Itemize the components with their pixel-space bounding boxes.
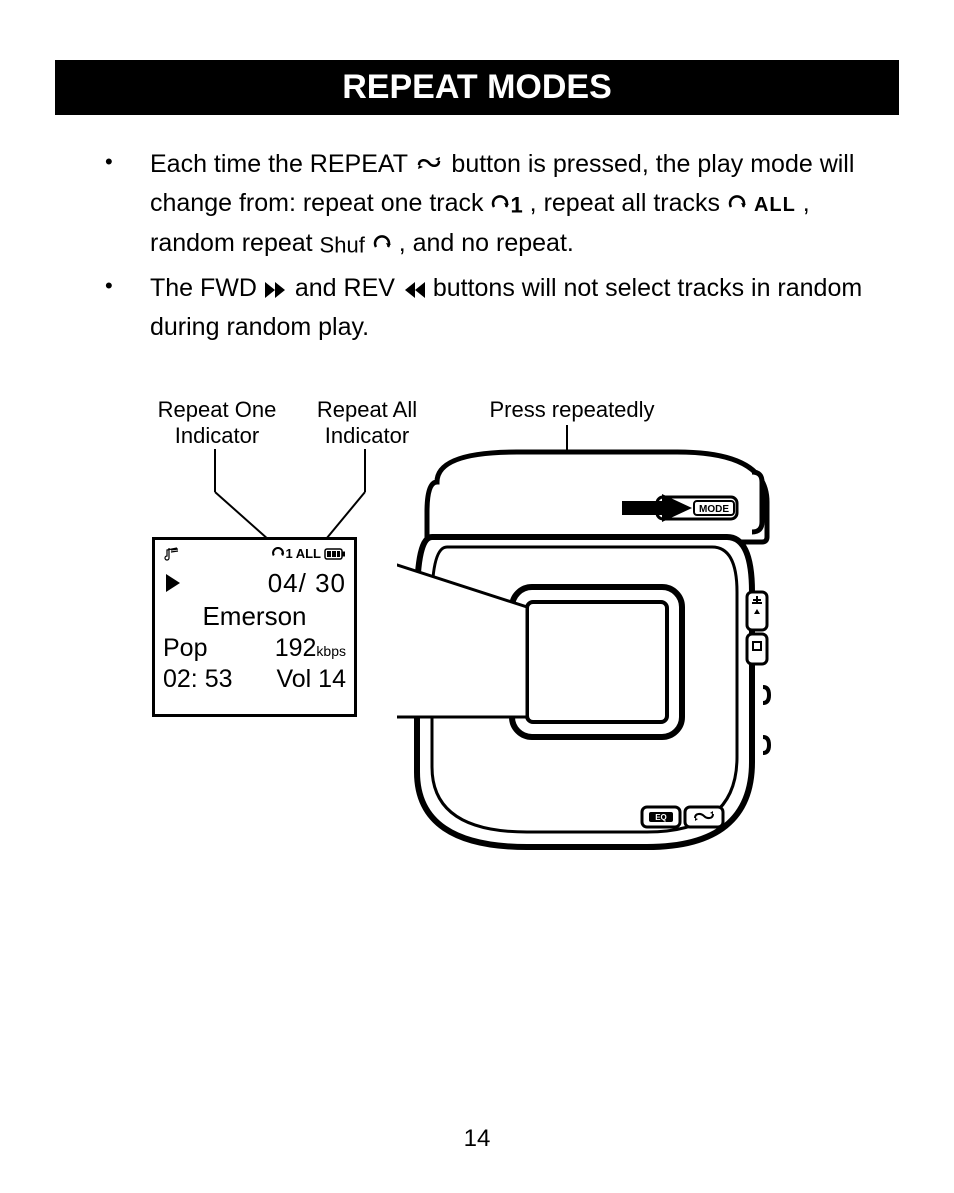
lcd-screen: 1 ALL 04/ 30 Emerson Pop 192kbps <box>152 537 357 717</box>
lcd-volume: Vol 14 <box>276 665 346 694</box>
fast-forward-icon <box>264 281 288 299</box>
repeat-one-indicator-icon: 1 <box>271 546 292 561</box>
section-title: REPEAT MODES <box>55 60 899 115</box>
repeat-all-indicator: ALL <box>296 546 321 561</box>
text: The FWD <box>150 274 264 302</box>
text: , and no repeat. <box>399 229 574 257</box>
rewind-icon <box>402 281 426 299</box>
battery-icon <box>324 548 346 560</box>
lcd-time: 02: 53 <box>163 665 233 694</box>
device-illustration: MODE <box>397 442 797 862</box>
shuffle-icon: Shuf <box>320 225 392 264</box>
text: Each time the REPEAT <box>150 150 414 178</box>
bullet-item: The FWD and REV buttons will not select … <box>95 269 889 347</box>
figure: Repeat One Indicator Repeat All Indicato… <box>127 397 827 867</box>
lcd-title: Emerson <box>163 601 346 632</box>
music-note-icon <box>163 546 181 562</box>
bullet-list: Each time the REPEAT button is pressed, … <box>55 145 899 347</box>
svg-text:EQ: EQ <box>655 813 667 822</box>
lcd-track: 04/ 30 <box>268 568 346 599</box>
text: and REV <box>295 274 402 302</box>
repeat-loop-icon <box>414 155 444 175</box>
repeat-all-icon: ALL <box>727 185 796 224</box>
lcd-bitrate: 192kbps <box>275 634 346 663</box>
lcd-genre: Pop <box>163 634 207 663</box>
play-icon <box>165 573 181 593</box>
bullet-item: Each time the REPEAT button is pressed, … <box>95 145 889 263</box>
repeat-one-icon: 1 <box>490 185 522 224</box>
page-number: 14 <box>0 1125 954 1153</box>
mode-button-label: MODE <box>699 504 729 515</box>
text: , repeat all tracks <box>530 189 727 217</box>
